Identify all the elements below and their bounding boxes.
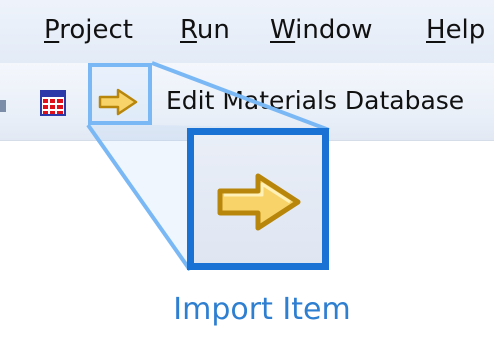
callout-caption: Import Item: [173, 292, 351, 327]
menu-project-mnemonic: P: [44, 15, 60, 45]
menu-project-label: roject: [59, 15, 133, 45]
menu-help-label: elp: [445, 15, 486, 45]
menu-bar: Project Run Window Help: [0, 0, 494, 63]
menu-run-label: un: [196, 15, 230, 45]
menu-help[interactable]: Help: [426, 13, 485, 47]
menu-window-label: indow: [295, 15, 373, 45]
menu-run[interactable]: Run: [180, 13, 230, 47]
import-item-arrow-icon: [98, 88, 138, 116]
toolbar-overflow-icon[interactable]: [0, 100, 6, 112]
table-icon[interactable]: [40, 90, 66, 116]
import-item-large-arrow-icon: [217, 173, 301, 231]
menu-run-mnemonic: R: [180, 15, 197, 45]
edit-materials-database-button[interactable]: Edit Materials Database: [166, 84, 464, 118]
menu-window-mnemonic: W: [270, 15, 296, 45]
menu-window[interactable]: Window: [270, 13, 373, 47]
menu-help-mnemonic: H: [426, 15, 446, 45]
menu-project[interactable]: Project: [44, 13, 133, 47]
